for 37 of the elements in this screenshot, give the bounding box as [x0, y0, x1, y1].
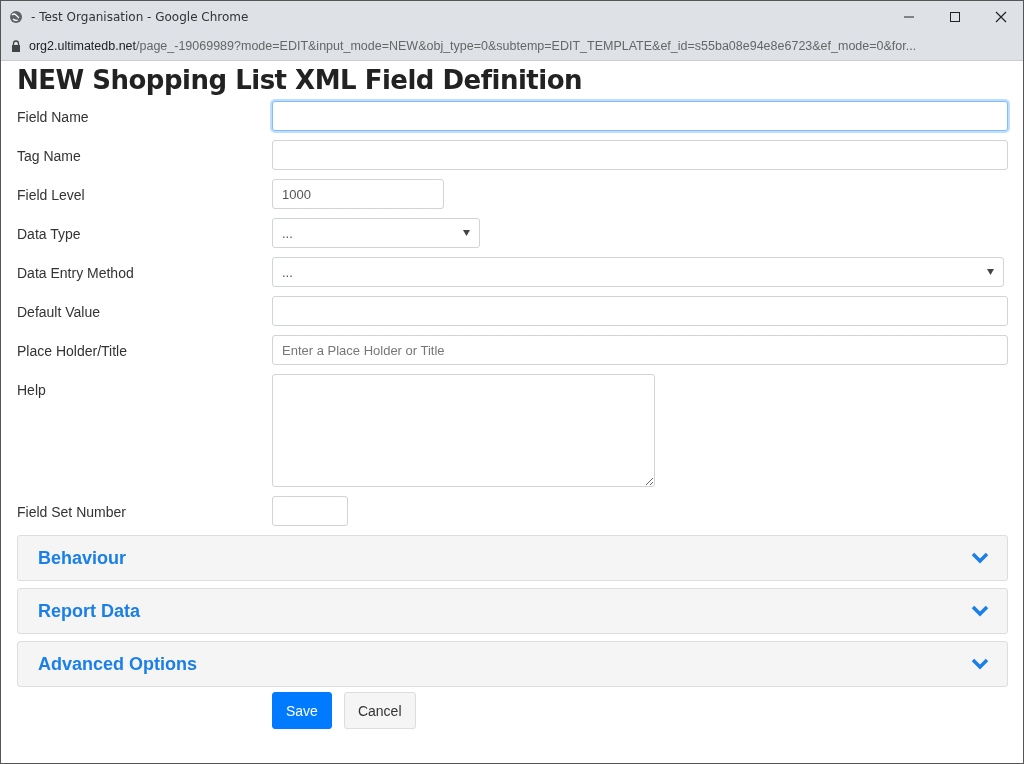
chevron-icon [971, 552, 989, 564]
page-heading: NEW Shopping List XML Field Definition [17, 65, 584, 95]
chevron-icon [971, 658, 989, 670]
collapsible-section-header[interactable]: Report Data [17, 588, 1008, 634]
text-field[interactable]: 1000 [272, 179, 444, 209]
field-label: Data Type [16, 225, 82, 242]
section-title: Report Data [38, 600, 140, 622]
chevron-icon [971, 605, 989, 617]
text-field[interactable] [272, 296, 1008, 326]
field-label: Place Holder/Title [16, 342, 128, 359]
dropdown-arrow-icon [987, 269, 995, 275]
section-title: Behaviour [38, 547, 127, 569]
lock-icon [11, 40, 21, 52]
text-field[interactable] [272, 101, 1008, 131]
maximize-icon[interactable] [949, 10, 961, 23]
select-dropdown[interactable]: ... [272, 218, 480, 248]
text-field[interactable] [272, 496, 348, 526]
window-title: - Test Organisation - Google Chrome [31, 9, 250, 24]
field-label: Field Name [16, 108, 90, 125]
text-field[interactable]: Enter a Place Holder or Title [272, 335, 1008, 365]
field-label: Data Entry Method [16, 264, 135, 281]
collapsible-section-header[interactable]: Advanced Options [17, 641, 1008, 687]
text-area[interactable] [272, 374, 655, 487]
field-label: Help [16, 381, 47, 398]
field-label: Field Set Number [16, 503, 127, 520]
section-title: Advanced Options [38, 653, 198, 675]
cancel-button[interactable]: Cancel [343, 692, 416, 729]
dropdown-arrow-icon [463, 230, 470, 236]
close-icon[interactable] [995, 10, 1007, 23]
field-label: Tag Name [16, 147, 82, 164]
field-label: Default Value [16, 303, 101, 320]
field-label: Field Level [16, 186, 86, 203]
save-button[interactable]: Save [272, 692, 332, 729]
text-field[interactable] [272, 140, 1008, 170]
select-dropdown[interactable]: ... [272, 257, 1005, 287]
collapsible-section-header[interactable]: Behaviour [17, 535, 1008, 581]
globe-icon [9, 9, 23, 24]
